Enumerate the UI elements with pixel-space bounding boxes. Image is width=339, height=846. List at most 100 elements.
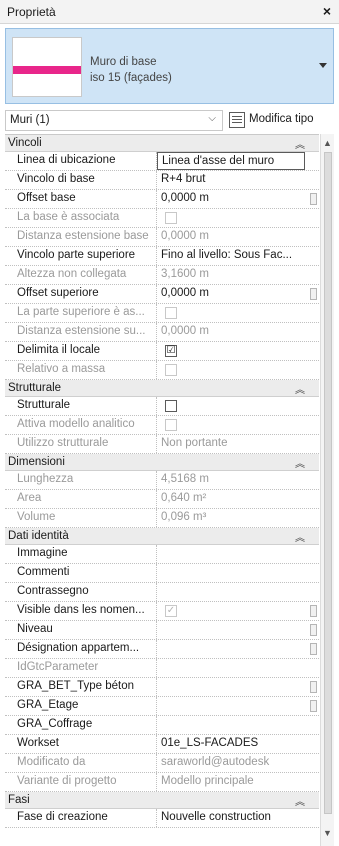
- row-action-button[interactable]: [310, 193, 317, 205]
- dropdown-arrow-icon[interactable]: [319, 63, 327, 68]
- panel-title: Proprietà: [7, 5, 56, 19]
- property-label: Linea di ubicazione: [5, 152, 157, 170]
- edit-type-icon: [229, 112, 245, 128]
- property-label: Distanza estensione su...: [5, 323, 157, 341]
- property-value[interactable]: [157, 564, 305, 582]
- property-value[interactable]: 0,0000 m: [157, 190, 305, 208]
- section-title: Fasi: [8, 794, 30, 806]
- property-value[interactable]: [157, 697, 305, 715]
- edit-type-button[interactable]: Modifica tipo: [227, 110, 334, 131]
- section-dimensioni[interactable]: Dimensioni ︽: [5, 454, 319, 471]
- properties-grid: Vincoli ︽ Linea di ubicazione Linea d'as…: [5, 134, 319, 846]
- property-row[interactable]: Workset 01e_LS-FACADES: [5, 735, 319, 754]
- property-row: Variante di progetto Modello principale: [5, 773, 319, 792]
- property-value[interactable]: [157, 640, 305, 658]
- property-label: GRA_Etage: [5, 697, 157, 715]
- row-action-button[interactable]: [310, 288, 317, 300]
- type-selector[interactable]: Muro di base iso 15 (façades): [5, 28, 334, 104]
- property-row[interactable]: Commenti: [5, 564, 319, 583]
- property-value[interactable]: Linea d'asse del muro: [157, 152, 305, 170]
- section-fasi[interactable]: Fasi ︽: [5, 792, 319, 809]
- panel-title-bar: Proprietà ×: [0, 0, 339, 24]
- row-action-button[interactable]: [310, 643, 317, 655]
- type-name: iso 15 (façades): [90, 72, 172, 84]
- property-label: Visible dans les nomen...: [5, 602, 157, 620]
- property-label: Altezza non collegata: [5, 266, 157, 284]
- property-row[interactable]: Immagine: [5, 545, 319, 564]
- scroll-up-icon[interactable]: ▲: [323, 138, 332, 148]
- property-label: Immagine: [5, 545, 157, 563]
- property-row[interactable]: Fase di creazione Nouvelle construction: [5, 809, 319, 828]
- property-label: Area: [5, 490, 157, 508]
- property-row[interactable]: Vincolo di base R+4 brut: [5, 171, 319, 190]
- collapse-icon[interactable]: ︽: [295, 136, 305, 151]
- property-row[interactable]: Offset base 0,0000 m: [5, 190, 319, 209]
- collapse-icon[interactable]: ︽: [295, 381, 305, 396]
- property-value[interactable]: [157, 716, 305, 734]
- category-filter-label: Muri (1): [10, 114, 50, 126]
- property-value[interactable]: [157, 545, 305, 563]
- property-label: Vincolo parte superiore: [5, 247, 157, 265]
- row-action-button[interactable]: [310, 681, 317, 693]
- property-value[interactable]: 0,0000 m: [157, 285, 305, 303]
- row-action-button[interactable]: [310, 624, 317, 636]
- property-value: 0,096 m³: [161, 511, 207, 523]
- property-label: Niveau: [5, 621, 157, 639]
- property-row[interactable]: Désignation appartem...: [5, 640, 319, 659]
- property-label: Modificato da: [5, 754, 157, 772]
- row-action-button[interactable]: [310, 700, 317, 712]
- property-label: IdGtcParameter: [5, 659, 157, 677]
- section-strutturale[interactable]: Strutturale ︽: [5, 380, 319, 397]
- property-row[interactable]: Visible dans les nomen... ✓: [5, 602, 319, 621]
- property-row[interactable]: Offset superiore 0,0000 m: [5, 285, 319, 304]
- collapse-icon[interactable]: ︽: [295, 793, 305, 808]
- property-row: Attiva modello analitico: [5, 416, 319, 435]
- collapse-icon[interactable]: ︽: [295, 529, 305, 544]
- property-row[interactable]: GRA_Etage: [5, 697, 319, 716]
- property-value: Non portante: [161, 437, 228, 449]
- room-bounding-checkbox[interactable]: ☑: [165, 345, 177, 357]
- property-value[interactable]: [157, 678, 305, 696]
- property-row[interactable]: Linea di ubicazione Linea d'asse del mur…: [5, 152, 319, 171]
- property-checkbox: [165, 364, 177, 376]
- property-value[interactable]: Fino al livello: Sous Fac...: [157, 247, 305, 265]
- property-row: La base è associata: [5, 209, 319, 228]
- property-label: Strutturale: [5, 397, 157, 415]
- property-label: Attiva modello analitico: [5, 416, 157, 434]
- property-row[interactable]: GRA_Coffrage: [5, 716, 319, 735]
- property-row: Relativo a massa: [5, 361, 319, 380]
- wall-type-preview: [12, 37, 82, 97]
- property-row: Lunghezza 4,5168 m: [5, 471, 319, 490]
- property-label: La base è associata: [5, 209, 157, 227]
- section-dati-identita[interactable]: Dati identità ︽: [5, 528, 319, 545]
- property-label: Delimita il locale: [5, 342, 157, 360]
- property-checkbox: [165, 419, 177, 431]
- structural-checkbox[interactable]: [165, 400, 177, 412]
- property-label: Désignation appartem...: [5, 640, 157, 658]
- property-row[interactable]: GRA_BET_Type béton: [5, 678, 319, 697]
- property-label: Vincolo di base: [5, 171, 157, 189]
- property-label: GRA_Coffrage: [5, 716, 157, 734]
- collapse-icon[interactable]: ︽: [295, 455, 305, 470]
- property-checkbox: [165, 212, 177, 224]
- property-row[interactable]: Vincolo parte superiore Fino al livello:…: [5, 247, 319, 266]
- category-filter-dropdown[interactable]: Muri (1) ⌵: [5, 110, 223, 131]
- property-row[interactable]: Delimita il locale ☑: [5, 342, 319, 361]
- property-row[interactable]: Niveau: [5, 621, 319, 640]
- vertical-scrollbar[interactable]: ▲ ▼: [320, 134, 334, 846]
- property-value[interactable]: [157, 583, 305, 601]
- row-action-button[interactable]: [310, 605, 317, 617]
- scrollbar-thumb[interactable]: [324, 152, 332, 814]
- property-value: 0,0000 m: [161, 325, 209, 337]
- section-vincoli[interactable]: Vincoli ︽: [5, 135, 319, 152]
- property-row[interactable]: Strutturale: [5, 397, 319, 416]
- property-value: Modello principale: [161, 775, 254, 787]
- property-value[interactable]: 01e_LS-FACADES: [157, 735, 305, 753]
- close-icon[interactable]: ×: [323, 3, 331, 19]
- scroll-down-icon[interactable]: ▼: [323, 828, 332, 838]
- property-row[interactable]: Contrassegno: [5, 583, 319, 602]
- property-value[interactable]: [157, 621, 305, 639]
- property-value[interactable]: R+4 brut: [157, 171, 305, 189]
- property-value[interactable]: Nouvelle construction: [157, 809, 305, 827]
- section-title: Dimensioni: [8, 456, 65, 468]
